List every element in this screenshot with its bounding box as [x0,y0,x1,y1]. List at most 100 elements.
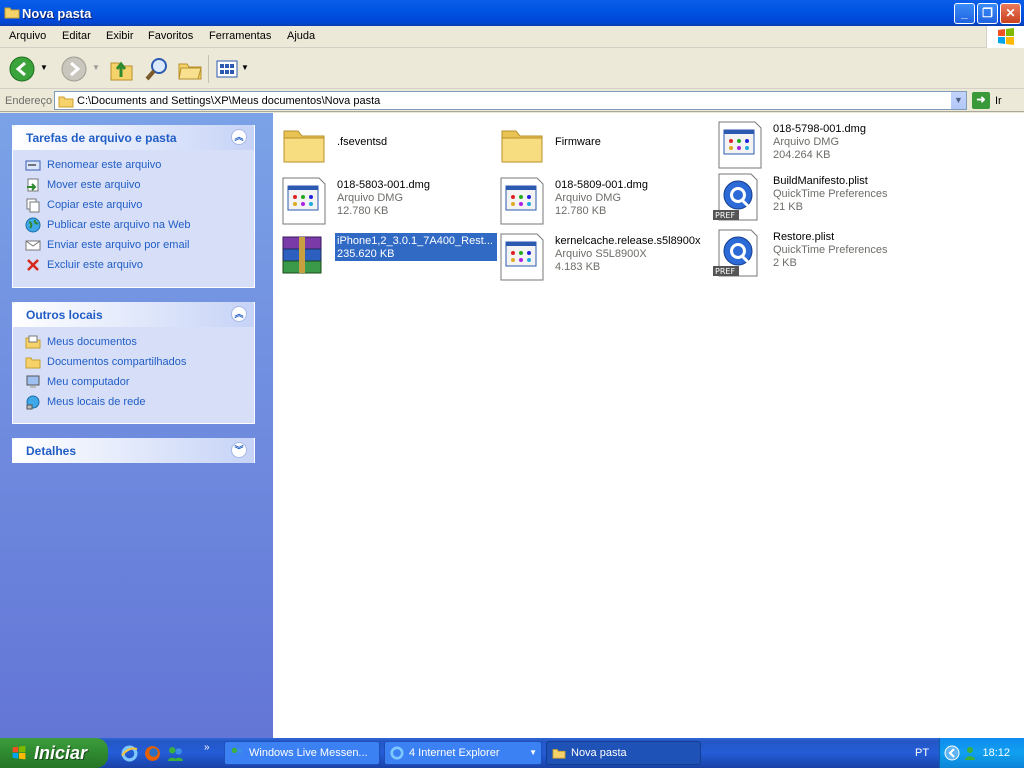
my-documents-icon [25,335,41,349]
maximize-button[interactable]: ❐ [977,3,998,24]
back-arrow-icon[interactable] [8,55,36,83]
title-bar[interactable]: Nova pasta _ ❐ ✕ [0,0,1024,26]
file-type: QuickTime Preferences [773,188,888,200]
globe-icon [25,217,41,233]
task-delete[interactable]: Excluir este arquivo [25,257,143,273]
task-messenger[interactable]: Windows Live Messen... [224,741,380,765]
forward-arrow-icon[interactable] [60,55,88,83]
search-icon[interactable] [144,55,170,83]
place-network[interactable]: Meus locais de rede [25,394,145,410]
menu-ferramentas[interactable]: Ferramentas [209,30,271,42]
dmg-file-icon [500,177,544,225]
file-size: 204.264 KB [773,149,831,161]
messenger-icon [231,747,243,754]
file-size: 12.780 KB [555,205,607,217]
forward-dropdown-icon[interactable]: ▼ [92,63,100,91]
group-dropdown-icon[interactable]: ▼ [529,748,537,757]
collapse-chevron-icon[interactable]: ︽ [231,306,247,322]
file-name: 018-5809-001.dmg [555,179,648,191]
task-copy[interactable]: Copiar este arquivo [25,197,142,213]
tasks-panel: Tarefas de arquivo e pasta ︽ Renomear es… [12,125,255,288]
dmg-file-icon [282,177,326,225]
address-input[interactable]: C:\Documents and Settings\XP\Meus docume… [54,91,967,110]
dmg-file-icon [718,121,762,169]
back-dropdown-icon[interactable]: ▼ [40,63,48,91]
file-view: .fseventsd Firmware 018-5798-001.dmg Arq… [273,113,1024,738]
menu-ajuda[interactable]: Ajuda [287,30,315,42]
menu-arquivo[interactable]: Arquivo [9,30,46,42]
file-item[interactable]: kernelcache.release.s5l8900x Arquivo S5L… [499,233,714,285]
folder-icon [4,7,20,19]
move-icon [27,178,39,192]
folders-icon[interactable] [176,55,204,83]
places-panel-header[interactable]: Outros locais ︽ [13,302,254,327]
go-button[interactable]: Ir [995,95,1002,107]
file-size: 2 KB [773,257,797,269]
address-label: Endereço [5,95,53,107]
svg-text:PREF: PREF [715,211,735,220]
file-item[interactable]: .fseventsd [281,121,496,173]
file-size: 235.620 KB [335,248,397,260]
task-publish-web[interactable]: Publicar este arquivo na Web [25,217,191,233]
views-icon[interactable] [215,55,241,83]
shared-folder-icon [25,357,41,369]
rename-icon [25,160,41,171]
start-label: Iniciar [34,743,88,763]
quicklaunch-overflow-icon[interactable]: » [204,742,210,753]
details-panel-header[interactable]: Detalhes ︾ [13,438,254,463]
place-shared-documents[interactable]: Documentos compartilhados [25,354,186,370]
file-type: QuickTime Preferences [773,244,888,256]
file-type: Arquivo S5L8900X [555,248,647,260]
place-my-computer[interactable]: Meu computador [25,374,130,390]
task-email[interactable]: Enviar este arquivo por email [25,237,189,253]
file-name: kernelcache.release.s5l8900x [555,235,701,247]
close-button[interactable]: ✕ [1000,3,1021,24]
file-item[interactable]: PREF Restore.plist QuickTime Preferences… [713,229,928,281]
messenger-icon[interactable] [962,745,978,761]
menu-exibir[interactable]: Exibir [106,30,134,42]
places-panel-title: Outros locais [26,308,103,322]
file-item[interactable]: 018-5803-001.dmg Arquivo DMG 12.780 KB [281,177,496,229]
winrar-archive-icon [282,236,322,274]
file-name: 018-5798-001.dmg [773,123,866,135]
file-size: 21 KB [773,201,803,213]
language-indicator[interactable]: PT [915,747,929,759]
file-name: BuildManifesto.plist [773,175,868,187]
folder-icon [58,96,74,108]
tasks-panel-header[interactable]: Tarefas de arquivo e pasta ︽ [13,125,254,150]
menu-editar[interactable]: Editar [62,30,91,42]
collapse-chevron-icon[interactable]: ︽ [231,129,247,145]
file-item[interactable]: 018-5798-001.dmg Arquivo DMG 204.264 KB [717,121,932,173]
task-pane: Tarefas de arquivo e pasta ︽ Renomear es… [0,113,273,738]
up-folder-icon[interactable] [108,55,134,83]
show-hidden-icons-icon[interactable] [944,745,960,761]
task-rename[interactable]: Renomear este arquivo [25,157,161,173]
file-name: iPhone1,2_3.0.1_7A400_Rest... [335,235,495,247]
firefox-icon[interactable] [144,745,161,762]
start-button[interactable]: Iniciar [0,738,108,768]
delete-x-icon [27,259,39,271]
minimize-button[interactable]: _ [954,3,975,24]
go-arrow-icon[interactable]: ➜ [972,92,990,109]
place-my-documents[interactable]: Meus documentos [25,334,137,350]
file-item[interactable]: Firmware [499,121,714,173]
address-bar: Endereço C:\Documents and Settings\XP\Me… [0,90,1024,112]
task-internet-explorer[interactable]: 4 Internet Explorer ▼ [384,741,542,765]
menu-favoritos[interactable]: Favoritos [148,30,193,42]
file-item[interactable]: PREF BuildManifesto.plist QuickTime Pref… [713,173,928,225]
file-item[interactable]: 018-5809-001.dmg Arquivo DMG 12.780 KB [499,177,714,229]
task-move[interactable]: Mover este arquivo [25,177,141,193]
task-nova-pasta[interactable]: Nova pasta [546,741,701,765]
messenger-icon[interactable] [167,745,184,762]
folder-icon [283,130,325,163]
views-dropdown-icon[interactable]: ▼ [241,63,249,91]
details-panel: Detalhes ︾ [12,438,255,463]
internet-explorer-icon[interactable] [121,745,138,762]
clock: 18:12 [982,747,1010,759]
expand-chevron-icon[interactable]: ︾ [231,442,247,458]
file-item-selected[interactable]: iPhone1,2_3.0.1_7A400_Rest... 235.620 KB [281,233,497,285]
generic-file-icon [500,233,544,281]
details-panel-title: Detalhes [26,444,77,458]
taskbar: Iniciar » Windows Live Messen... 4 Inter… [0,738,1024,768]
address-dropdown-icon[interactable]: ▼ [950,92,966,109]
